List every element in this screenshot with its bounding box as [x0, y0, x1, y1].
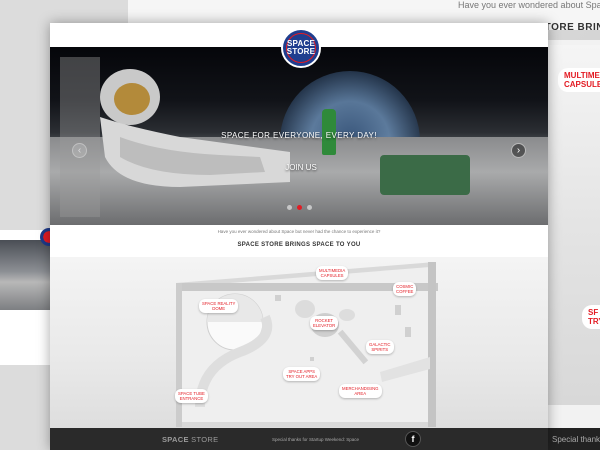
background-label-space-apps: SF TRY	[582, 305, 600, 330]
slider-dot[interactable]	[286, 205, 292, 210]
chevron-left-icon[interactable]: ‹	[72, 143, 87, 158]
join-us-button[interactable]: JOIN US	[281, 159, 321, 175]
map-label-cosmic-coffee[interactable]: COSMIC COFFEE	[393, 282, 417, 297]
main-page: SPACE FOR EVERYONE, EVERY DAY! JOIN US ‹…	[50, 23, 548, 450]
slider-dots	[50, 205, 548, 210]
hero-tagline: SPACE FOR EVERYONE, EVERY DAY!	[221, 131, 377, 140]
background-left-hero	[0, 240, 52, 310]
slider-dot[interactable]	[306, 205, 312, 210]
map-label-space-tube-entrance[interactable]: SPACE TUBE ENTRANCE	[175, 389, 208, 404]
footer-brand: SPACE STORE	[162, 435, 218, 444]
map-label-merchandising-area[interactable]: MERCHANDISING AREA	[339, 384, 382, 399]
intro-text: Have you ever wondered about Space but n…	[217, 229, 381, 234]
footer: SPACE STORE Special thanks for Startup W…	[50, 428, 548, 450]
store-floorplan-image	[176, 262, 438, 427]
background-right-footer-text: Special thanks	[552, 435, 600, 444]
map-label-galactic-spirits[interactable]: GALACTIC SPIRITS	[366, 340, 394, 355]
background-top-text: Have you ever wondered about Space b	[458, 0, 600, 10]
facebook-icon[interactable]: f	[405, 431, 421, 447]
map-label-space-reality-dome[interactable]: SPACE REALITY DOME	[199, 299, 239, 314]
map-label-space-apps-try-out[interactable]: SPACE APPS TRY OUT AREA	[283, 367, 321, 382]
footer-thanks: Special thanks for Startup Weekend: Spac…	[272, 437, 359, 442]
hero-slider: SPACE FOR EVERYONE, EVERY DAY! JOIN US ‹…	[50, 47, 548, 225]
chevron-right-icon[interactable]: ›	[511, 143, 526, 158]
slider-dot-active[interactable]	[296, 205, 302, 210]
background-label-multimedia: MULTIMED CAPSULES	[558, 68, 600, 93]
map-label-multimedia-capsules[interactable]: MULTIMEDIA CAPSULES	[316, 266, 349, 281]
store-map: MULTIMEDIA CAPSULES COSMIC COFFEE SPACE …	[50, 257, 548, 428]
chair-image	[380, 155, 470, 195]
footer-brand-light: STORE	[188, 435, 219, 444]
logo-line-2: STORE	[286, 47, 316, 56]
space-store-logo[interactable]: SPACE STORE	[281, 28, 321, 68]
map-label-rocket-elevator[interactable]: ROCKET ELEVATOR	[310, 316, 339, 331]
section-title: SPACE STORE BRINGS SPACE TO YOU	[237, 242, 361, 248]
background-right-map	[548, 45, 600, 405]
footer-brand-bold: SPACE	[162, 435, 189, 444]
